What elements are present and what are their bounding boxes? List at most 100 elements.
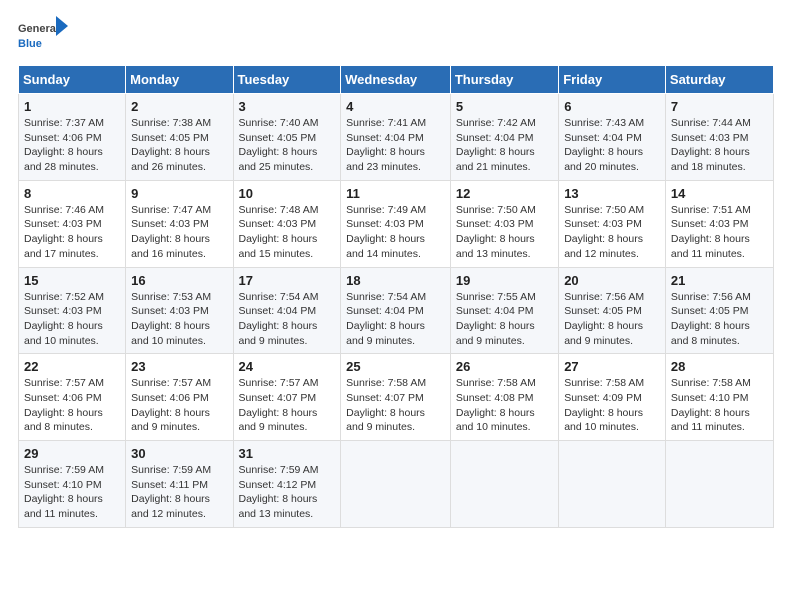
day-number: 13 (564, 186, 660, 201)
logo: General Blue (18, 10, 68, 59)
day-info: Sunrise: 7:56 AMSunset: 4:05 PMDaylight:… (671, 290, 768, 349)
day-number: 26 (456, 359, 553, 374)
calendar-cell (559, 441, 666, 528)
day-info: Sunrise: 7:59 AMSunset: 4:10 PMDaylight:… (24, 463, 120, 522)
day-number: 16 (131, 273, 227, 288)
calendar-cell: 11 Sunrise: 7:49 AMSunset: 4:03 PMDayligh… (341, 180, 451, 267)
day-info: Sunrise: 7:51 AMSunset: 4:03 PMDaylight:… (671, 203, 768, 262)
day-number: 19 (456, 273, 553, 288)
calendar-cell (341, 441, 451, 528)
calendar-cell: 10 Sunrise: 7:48 AMSunset: 4:03 PMDayligh… (233, 180, 341, 267)
calendar-cell: 4 Sunrise: 7:41 AMSunset: 4:04 PMDaylight… (341, 94, 451, 181)
day-info: Sunrise: 7:40 AMSunset: 4:05 PMDaylight:… (239, 116, 336, 175)
day-info: Sunrise: 7:50 AMSunset: 4:03 PMDaylight:… (456, 203, 553, 262)
day-info: Sunrise: 7:54 AMSunset: 4:04 PMDaylight:… (346, 290, 445, 349)
svg-text:General: General (18, 23, 59, 35)
day-number: 25 (346, 359, 445, 374)
calendar-cell: 27 Sunrise: 7:58 AMSunset: 4:09 PMDayligh… (559, 354, 666, 441)
day-number: 9 (131, 186, 227, 201)
calendar-cell: 12 Sunrise: 7:50 AMSunset: 4:03 PMDayligh… (450, 180, 558, 267)
calendar-cell: 25 Sunrise: 7:58 AMSunset: 4:07 PMDayligh… (341, 354, 451, 441)
weekday-header-monday: Monday (126, 66, 233, 94)
calendar-cell: 7Sunrise: 7:44 AMSunset: 4:03 PMDaylight… (665, 94, 773, 181)
day-number: 7 (671, 99, 768, 114)
day-info: Sunrise: 7:38 AMSunset: 4:05 PMDaylight:… (131, 116, 227, 175)
weekday-header-saturday: Saturday (665, 66, 773, 94)
calendar-cell: 29 Sunrise: 7:59 AMSunset: 4:10 PMDayligh… (19, 441, 126, 528)
calendar-cell: 3 Sunrise: 7:40 AMSunset: 4:05 PMDaylight… (233, 94, 341, 181)
day-info: Sunrise: 7:48 AMSunset: 4:03 PMDaylight:… (239, 203, 336, 262)
day-info: Sunrise: 7:55 AMSunset: 4:04 PMDaylight:… (456, 290, 553, 349)
day-info: Sunrise: 7:59 AMSunset: 4:12 PMDaylight:… (239, 463, 336, 522)
calendar-cell: 24 Sunrise: 7:57 AMSunset: 4:07 PMDayligh… (233, 354, 341, 441)
day-number: 15 (24, 273, 120, 288)
day-number: 24 (239, 359, 336, 374)
calendar-week-row: 29 Sunrise: 7:59 AMSunset: 4:10 PMDayligh… (19, 441, 774, 528)
day-number: 21 (671, 273, 768, 288)
calendar-cell: 23 Sunrise: 7:57 AMSunset: 4:06 PMDayligh… (126, 354, 233, 441)
day-number: 12 (456, 186, 553, 201)
day-info: Sunrise: 7:41 AMSunset: 4:04 PMDaylight:… (346, 116, 445, 175)
weekday-header-row: SundayMondayTuesdayWednesdayThursdayFrid… (19, 66, 774, 94)
day-info: Sunrise: 7:58 AMSunset: 4:10 PMDaylight:… (671, 376, 768, 435)
day-number: 3 (239, 99, 336, 114)
day-info: Sunrise: 7:46 AMSunset: 4:03 PMDaylight:… (24, 203, 120, 262)
day-info: Sunrise: 7:43 AMSunset: 4:04 PMDaylight:… (564, 116, 660, 175)
calendar-cell: 19 Sunrise: 7:55 AMSunset: 4:04 PMDayligh… (450, 267, 558, 354)
day-number: 17 (239, 273, 336, 288)
calendar-cell: 15 Sunrise: 7:52 AMSunset: 4:03 PMDayligh… (19, 267, 126, 354)
calendar-cell: 31 Sunrise: 7:59 AMSunset: 4:12 PMDayligh… (233, 441, 341, 528)
logo-svg: General Blue (18, 14, 68, 59)
calendar-cell: 30Sunrise: 7:59 AMSunset: 4:11 PMDayligh… (126, 441, 233, 528)
day-number: 8 (24, 186, 120, 201)
calendar-cell: 8 Sunrise: 7:46 AMSunset: 4:03 PMDaylight… (19, 180, 126, 267)
calendar-week-row: 22Sunrise: 7:57 AMSunset: 4:06 PMDayligh… (19, 354, 774, 441)
calendar-cell: 22Sunrise: 7:57 AMSunset: 4:06 PMDayligh… (19, 354, 126, 441)
svg-text:Blue: Blue (18, 38, 42, 50)
day-number: 11 (346, 186, 445, 201)
day-number: 10 (239, 186, 336, 201)
day-info: Sunrise: 7:56 AMSunset: 4:05 PMDaylight:… (564, 290, 660, 349)
day-number: 1 (24, 99, 120, 114)
day-number: 14 (671, 186, 768, 201)
calendar-cell: 14 Sunrise: 7:51 AMSunset: 4:03 PMDayligh… (665, 180, 773, 267)
day-info: Sunrise: 7:58 AMSunset: 4:09 PMDaylight:… (564, 376, 660, 435)
weekday-header-wednesday: Wednesday (341, 66, 451, 94)
day-number: 18 (346, 273, 445, 288)
day-number: 4 (346, 99, 445, 114)
calendar-week-row: 1 Sunrise: 7:37 AMSunset: 4:06 PMDaylight… (19, 94, 774, 181)
calendar-cell: 26 Sunrise: 7:58 AMSunset: 4:08 PMDayligh… (450, 354, 558, 441)
calendar-cell: 17 Sunrise: 7:54 AMSunset: 4:04 PMDayligh… (233, 267, 341, 354)
day-info: Sunrise: 7:58 AMSunset: 4:08 PMDaylight:… (456, 376, 553, 435)
weekday-header-tuesday: Tuesday (233, 66, 341, 94)
calendar-week-row: 15 Sunrise: 7:52 AMSunset: 4:03 PMDayligh… (19, 267, 774, 354)
header: General Blue (18, 10, 774, 59)
calendar-cell: 28Sunrise: 7:58 AMSunset: 4:10 PMDayligh… (665, 354, 773, 441)
day-info: Sunrise: 7:57 AMSunset: 4:06 PMDaylight:… (24, 376, 120, 435)
day-info: Sunrise: 7:47 AMSunset: 4:03 PMDaylight:… (131, 203, 227, 262)
day-number: 31 (239, 446, 336, 461)
day-number: 23 (131, 359, 227, 374)
calendar-cell: 5Sunrise: 7:42 AMSunset: 4:04 PMDaylight… (450, 94, 558, 181)
day-number: 27 (564, 359, 660, 374)
day-number: 29 (24, 446, 120, 461)
calendar-cell: 1 Sunrise: 7:37 AMSunset: 4:06 PMDaylight… (19, 94, 126, 181)
calendar-cell: 20Sunrise: 7:56 AMSunset: 4:05 PMDayligh… (559, 267, 666, 354)
calendar-cell: 18 Sunrise: 7:54 AMSunset: 4:04 PMDayligh… (341, 267, 451, 354)
day-number: 2 (131, 99, 227, 114)
day-info: Sunrise: 7:57 AMSunset: 4:07 PMDaylight:… (239, 376, 336, 435)
day-info: Sunrise: 7:52 AMSunset: 4:03 PMDaylight:… (24, 290, 120, 349)
calendar-cell: 21 Sunrise: 7:56 AMSunset: 4:05 PMDayligh… (665, 267, 773, 354)
weekday-header-thursday: Thursday (450, 66, 558, 94)
calendar-cell: 13Sunrise: 7:50 AMSunset: 4:03 PMDayligh… (559, 180, 666, 267)
calendar-cell: 2 Sunrise: 7:38 AMSunset: 4:05 PMDaylight… (126, 94, 233, 181)
day-info: Sunrise: 7:37 AMSunset: 4:06 PMDaylight:… (24, 116, 120, 175)
page: General Blue SundayMondayTuesdayWednesda… (0, 0, 792, 612)
calendar-cell (450, 441, 558, 528)
day-info: Sunrise: 7:57 AMSunset: 4:06 PMDaylight:… (131, 376, 227, 435)
day-info: Sunrise: 7:54 AMSunset: 4:04 PMDaylight:… (239, 290, 336, 349)
day-info: Sunrise: 7:58 AMSunset: 4:07 PMDaylight:… (346, 376, 445, 435)
day-number: 30 (131, 446, 227, 461)
day-info: Sunrise: 7:42 AMSunset: 4:04 PMDaylight:… (456, 116, 553, 175)
day-info: Sunrise: 7:49 AMSunset: 4:03 PMDaylight:… (346, 203, 445, 262)
